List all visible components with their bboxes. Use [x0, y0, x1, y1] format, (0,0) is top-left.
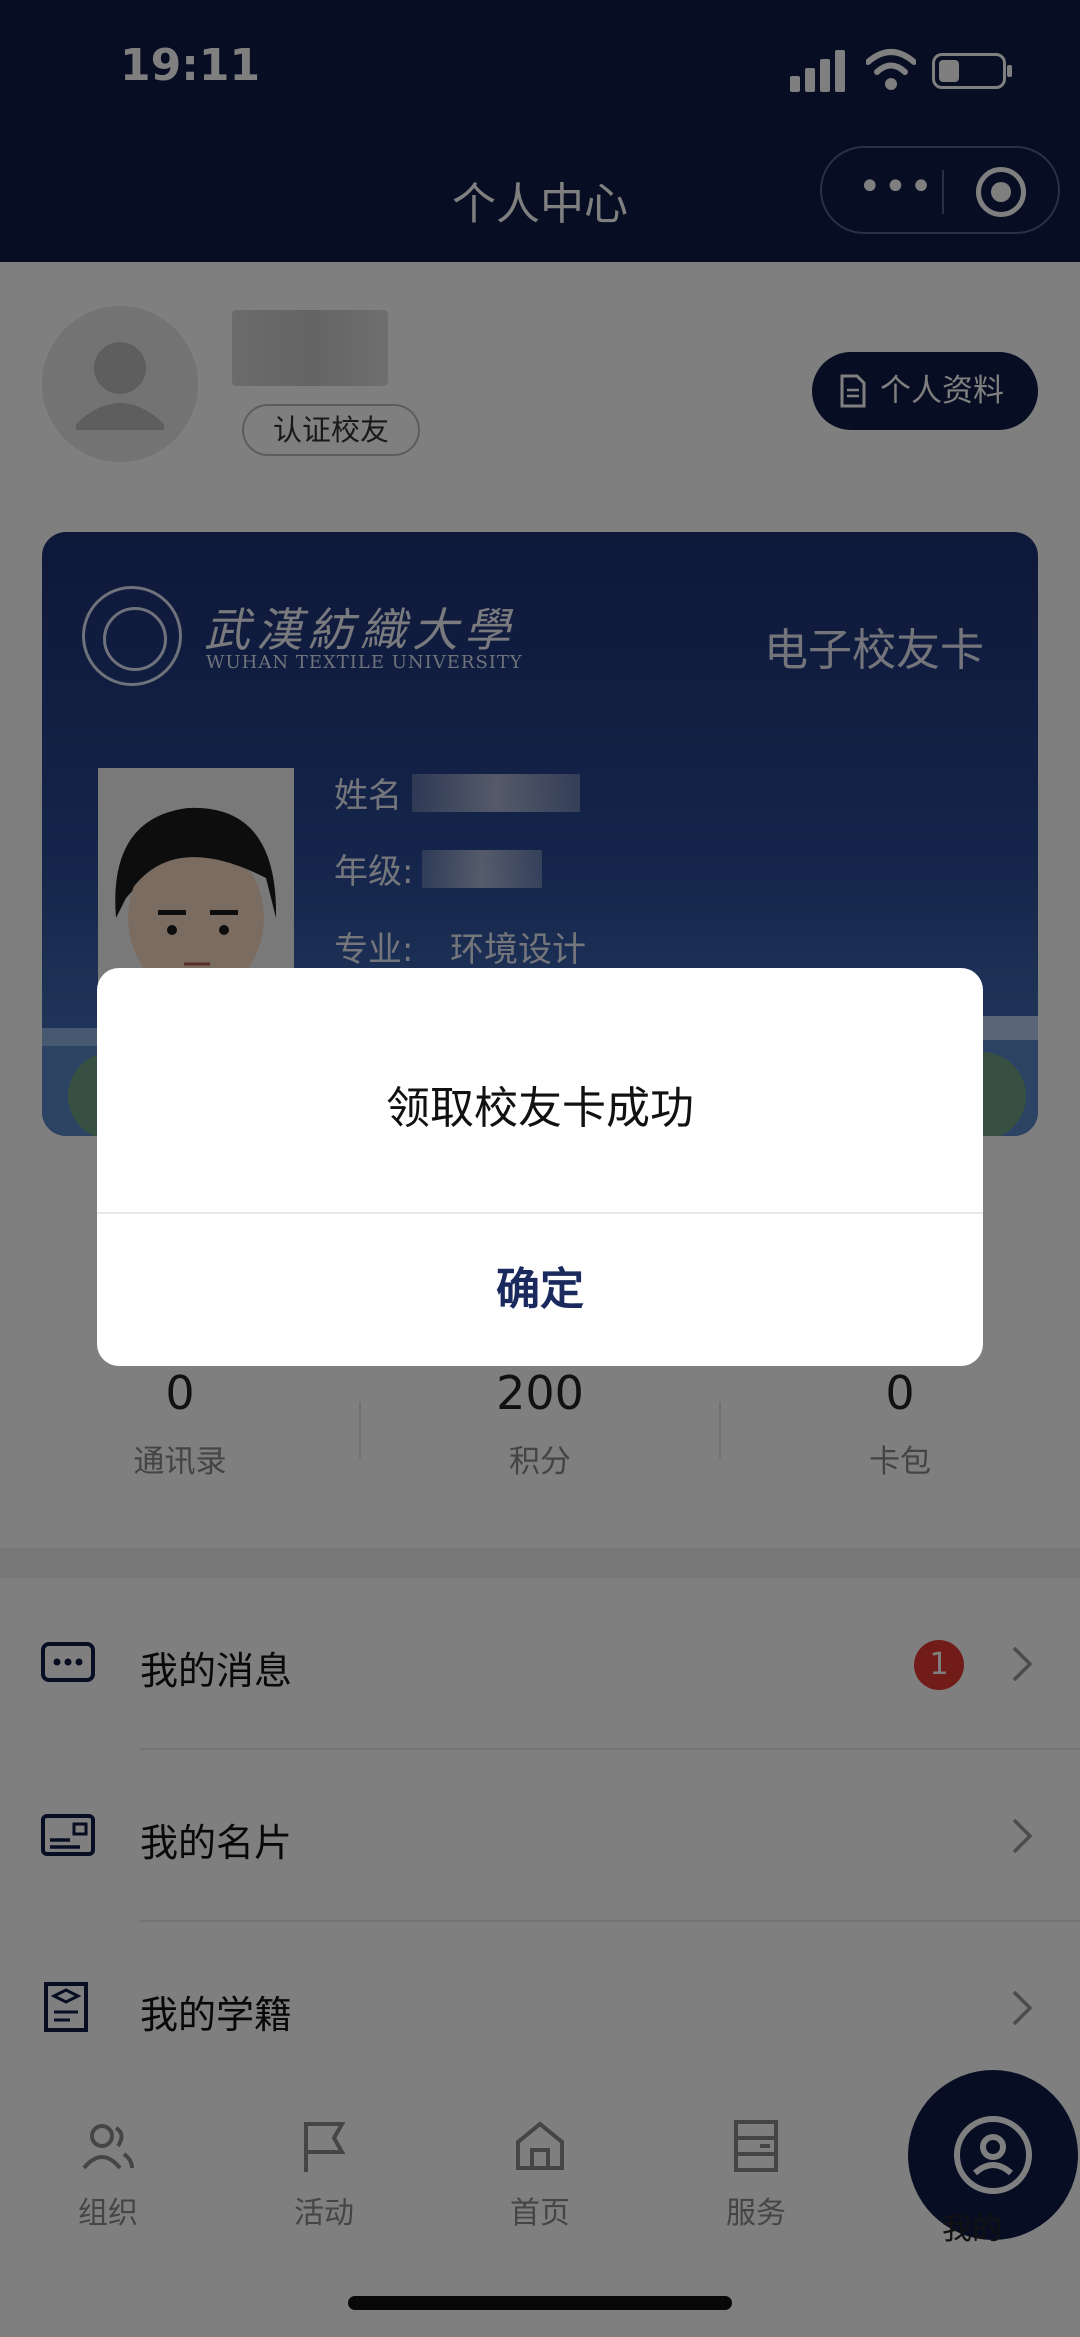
dialog-message: 领取校友卡成功	[386, 1083, 694, 1134]
confirm-button[interactable]: 确定	[97, 1214, 983, 1366]
success-dialog: 领取校友卡成功 确定	[97, 968, 983, 1366]
